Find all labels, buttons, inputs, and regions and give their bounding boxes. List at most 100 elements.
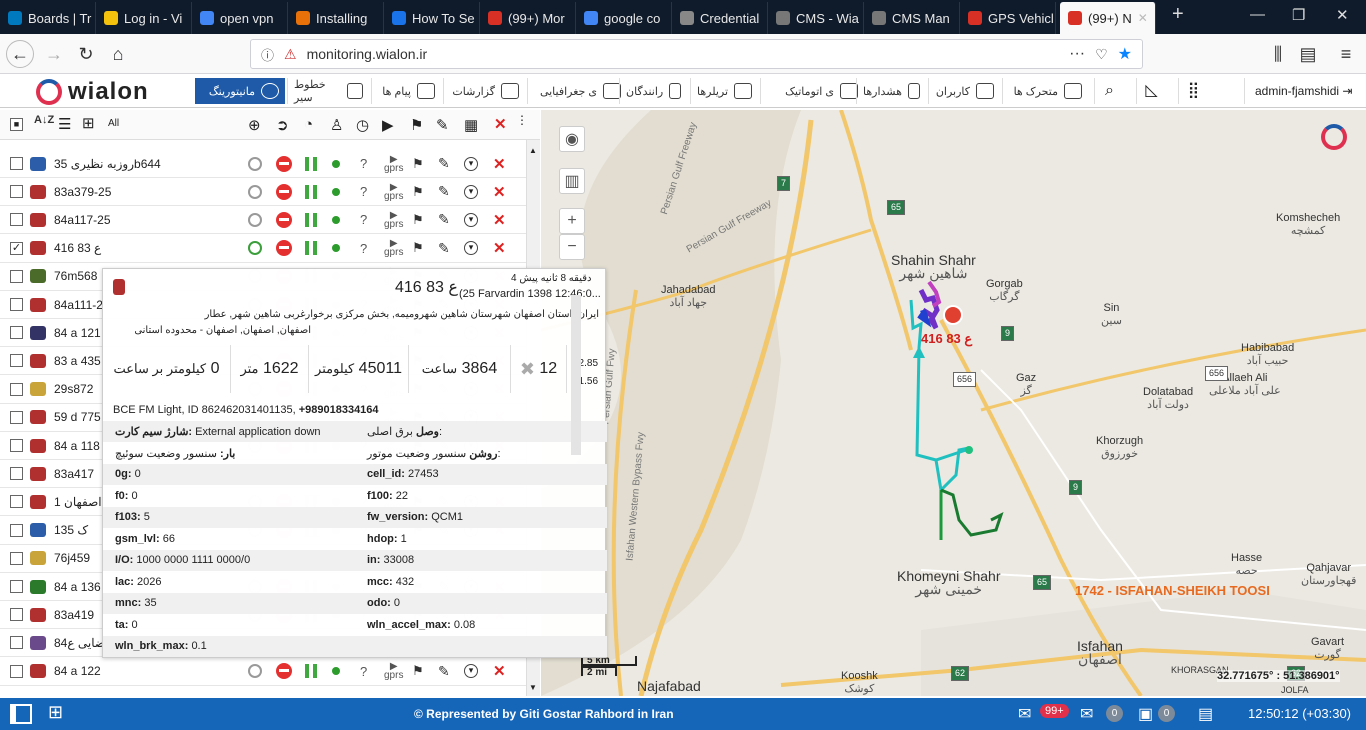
locate-icon[interactable]: [248, 241, 262, 256]
gprs-icon[interactable]: ▶gprs: [384, 154, 403, 173]
unit-checkbox[interactable]: [10, 495, 23, 509]
block-icon[interactable]: [276, 155, 292, 172]
map[interactable]: Shahin Shahr شاهین شهر Gorgab گرگاب Jahadaba…: [541, 110, 1366, 696]
unit-name[interactable]: 83 a 435: [54, 354, 101, 368]
unit-checkbox[interactable]: [10, 580, 23, 593]
home-icon[interactable]: ⌂: [104, 40, 132, 68]
flag-icon[interactable]: ⚑: [412, 184, 424, 200]
new-tab-button[interactable]: +: [1172, 3, 1184, 26]
locate-icon[interactable]: [248, 212, 262, 227]
unit-map-label[interactable]: 416 ع 83: [921, 332, 972, 345]
unit-name[interactable]: 83a419: [54, 608, 94, 622]
unit-checkbox[interactable]: [10, 298, 23, 311]
bookmark-star-icon[interactable]: ★: [1118, 44, 1132, 64]
unit-row[interactable]: ✓ 416 ع 83? ▶ gprs ⚑ ✎ ▾ ✕: [0, 235, 526, 263]
unit-name[interactable]: 1 اصفهان: [54, 495, 102, 509]
nav-menu-item[interactable]: خطوط سیر: [287, 78, 369, 104]
unit-checkbox[interactable]: [10, 410, 23, 424]
unit-name[interactable]: 84a117-25: [54, 213, 111, 227]
nav-menu-item[interactable]: رانندگان: [619, 78, 687, 104]
map-layers-icon[interactable]: ▥: [559, 168, 585, 194]
unit-checkbox[interactable]: [10, 213, 23, 227]
unit-checkbox[interactable]: [10, 551, 23, 565]
nav-menu-item[interactable]: مانیتورینگ: [195, 78, 285, 104]
flag-icon[interactable]: ⚑: [412, 156, 424, 172]
unit-name[interactable]: 29s872: [54, 382, 93, 396]
nav-menu-item[interactable]: ی جغرافیایی: [527, 78, 627, 104]
dropdown-icon[interactable]: ▾: [464, 664, 478, 679]
unit-checkbox[interactable]: [10, 636, 23, 650]
panel-toggle-icon[interactable]: [10, 704, 32, 724]
page-actions-icon[interactable]: ···: [1069, 45, 1085, 63]
unit-name[interactable]: 83a379-25: [54, 185, 111, 199]
unit-name[interactable]: 59 d 775: [54, 410, 101, 424]
maximize-icon[interactable]: ❐: [1292, 6, 1305, 24]
unit-name[interactable]: 84 a 118: [54, 439, 100, 453]
unit-name[interactable]: 416 ع 83: [54, 241, 101, 255]
gprs-icon[interactable]: ▶gprs: [384, 210, 403, 229]
unknown-driver-icon[interactable]: ?: [360, 184, 367, 199]
unit-name[interactable]: 84 a 136: [54, 580, 101, 594]
layout-icon[interactable]: ▤: [1198, 704, 1213, 724]
notifications-icon[interactable]: ✉: [1018, 704, 1031, 724]
close-window-icon[interactable]: ✕: [1336, 6, 1349, 24]
photo-badge[interactable]: 0: [1158, 705, 1175, 722]
unit-row[interactable]: 83a379-25? ▶ gprs ⚑ ✎ ▾ ✕: [0, 178, 526, 207]
messages-icon[interactable]: ✉: [1080, 704, 1093, 724]
info-icon[interactable]: ⓘ: [261, 45, 274, 64]
delete-icon[interactable]: ✕: [493, 239, 506, 257]
nav-menu-item[interactable]: تریلرها: [690, 78, 758, 104]
unit-name[interactable]: روزبه نظیری 35b644: [54, 157, 161, 171]
wrench-icon[interactable]: ✎: [438, 183, 450, 200]
nav-menu-item[interactable]: هشدارها: [856, 78, 926, 104]
browser-tab[interactable]: Boards | Tr: [0, 2, 96, 34]
delete-icon[interactable]: ✕: [493, 155, 506, 173]
zoom-in-button[interactable]: +: [559, 208, 585, 234]
locate-icon[interactable]: [248, 184, 262, 199]
sort-az-icon[interactable]: A↓Z: [34, 114, 54, 126]
list-view-icon[interactable]: ☰: [58, 115, 71, 133]
scroll-up-icon[interactable]: ▲: [529, 146, 537, 155]
browser-tab[interactable]: CMS - Wia: [768, 2, 864, 34]
apps-grid-icon[interactable]: ⣿: [1178, 78, 1208, 104]
reload-icon[interactable]: ↻: [72, 40, 100, 68]
unit-checkbox[interactable]: [10, 608, 23, 622]
grid-icon[interactable]: ⊞: [48, 702, 63, 723]
unit-row[interactable]: روزبه نظیری 35b644? ▶ gprs ⚑ ✎ ▾ ✕: [0, 150, 526, 178]
event-column-icon[interactable]: ⚑: [410, 116, 423, 134]
unit-checkbox[interactable]: [10, 467, 23, 481]
poi-label[interactable]: 1742 - ISFAHAN-SHEIKH TOOSI: [1075, 584, 1270, 597]
zoom-out-button[interactable]: −: [559, 234, 585, 260]
search-icon[interactable]: ⌕: [1094, 78, 1124, 104]
block-icon[interactable]: [276, 240, 292, 257]
unit-name[interactable]: 76j459: [54, 551, 90, 565]
unit-name[interactable]: 84a111-2: [54, 298, 103, 312]
close-tab-icon[interactable]: ✕: [1138, 11, 1148, 25]
locate-icon[interactable]: [248, 156, 262, 171]
library-icon[interactable]: ⫼: [1264, 40, 1292, 68]
browser-tab[interactable]: (99+) N ✕: [1060, 2, 1156, 34]
unit-checkbox[interactable]: [10, 269, 23, 283]
locate-column-icon[interactable]: ⊕: [248, 116, 261, 134]
dropdown-icon[interactable]: ▾: [464, 212, 478, 227]
video-column-icon[interactable]: ▶: [382, 116, 394, 134]
dropdown-icon[interactable]: ▾: [464, 184, 478, 199]
dropdown-icon[interactable]: ▾: [464, 241, 478, 256]
add-to-list-icon[interactable]: ⊞: [82, 114, 95, 132]
delete-icon[interactable]: ✕: [493, 662, 506, 680]
unit-name[interactable]: ک 135: [54, 523, 88, 537]
nav-menu-item[interactable]: گزارشات: [443, 78, 525, 104]
browser-tab[interactable]: GPS Vehicl: [960, 2, 1056, 34]
visibility-icon[interactable]: ◉: [559, 126, 585, 152]
unit-checkbox[interactable]: [10, 157, 23, 170]
unit-checkbox[interactable]: [10, 185, 23, 199]
wialon-logo[interactable]: wialon: [36, 78, 149, 106]
popup-scrollbar[interactable]: [571, 295, 581, 455]
wrench-icon[interactable]: ✎: [438, 155, 450, 172]
url-bar[interactable]: ⓘ ⚠ monitoring.wialon.ir ··· ♡ ★: [250, 39, 1143, 69]
user-menu[interactable]: admin-fjamshidi ⇥: [1244, 78, 1352, 104]
unit-checkbox[interactable]: [10, 439, 23, 452]
flag-icon[interactable]: ⚑: [412, 663, 424, 679]
browser-tab[interactable]: google co: [576, 2, 672, 34]
unknown-driver-icon[interactable]: ?: [360, 212, 367, 227]
